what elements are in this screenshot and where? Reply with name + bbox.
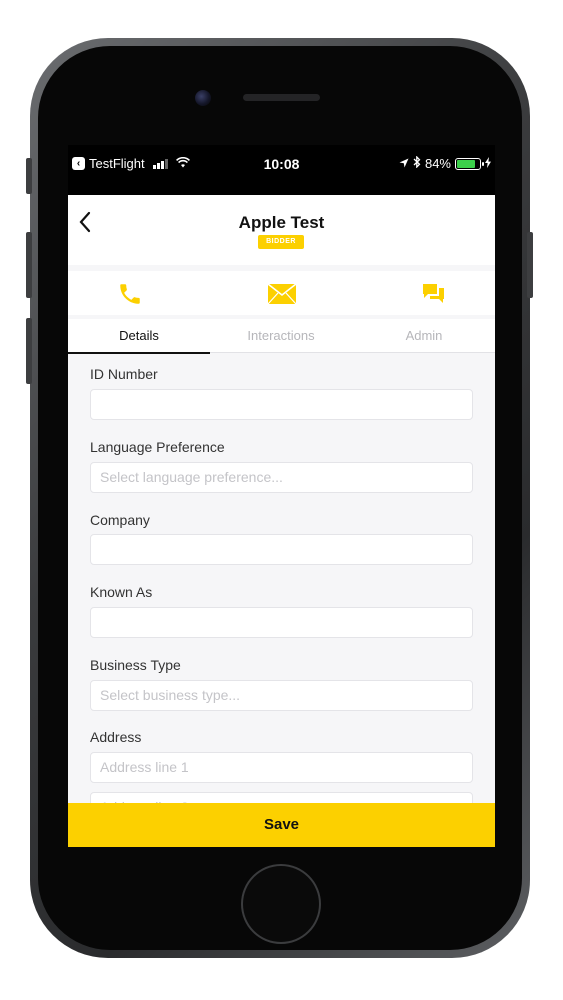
volume-down-button [26, 318, 32, 384]
message-button[interactable] [413, 279, 453, 309]
app-content: Apple Test BIDDER Details Interactions A… [68, 195, 495, 847]
email-button[interactable] [262, 279, 302, 309]
battery-percent: 84% [424, 156, 451, 171]
call-button[interactable] [110, 279, 150, 309]
tab-admin[interactable]: Admin [353, 319, 495, 353]
business-type-select[interactable]: Select business type... [90, 680, 473, 711]
language-preference-select[interactable]: Select language preference... [90, 462, 473, 493]
address-label: Address [90, 729, 142, 745]
battery-icon [455, 157, 484, 170]
id-number-label: ID Number [90, 366, 158, 382]
chat-icon [423, 284, 444, 303]
details-form: ID Number Language Preference Select lan… [68, 353, 495, 823]
front-camera [195, 90, 211, 106]
status-right: 84% [399, 155, 491, 171]
language-preference-label: Language Preference [90, 439, 225, 455]
contact-actions [68, 271, 495, 315]
screen: ‹ TestFlight 10:08 84% Apple Test BIDDER… [68, 145, 495, 847]
known-as-field[interactable] [90, 607, 473, 638]
business-type-label: Business Type [90, 657, 181, 673]
page-title: Apple Test [238, 213, 325, 232]
address-line-1-field[interactable]: Address line 1 [90, 752, 473, 783]
home-button[interactable] [243, 866, 319, 942]
contact-header: Apple Test BIDDER [68, 195, 495, 265]
id-number-field[interactable] [90, 389, 473, 420]
charging-icon [485, 156, 491, 171]
earpiece-speaker [243, 94, 320, 101]
tab-details[interactable]: Details [68, 319, 210, 354]
location-icon [399, 156, 409, 171]
status-bar: ‹ TestFlight 10:08 84% [68, 145, 495, 195]
known-as-label: Known As [90, 584, 153, 600]
phone-icon [120, 284, 140, 304]
tab-bar: Details Interactions Admin [68, 319, 495, 354]
company-label: Company [90, 512, 150, 528]
company-field[interactable] [90, 534, 473, 565]
email-icon [267, 283, 297, 305]
tab-interactions[interactable]: Interactions [210, 319, 352, 353]
save-button[interactable]: Save [68, 803, 495, 847]
power-button [527, 232, 533, 298]
mute-switch [26, 158, 32, 194]
bluetooth-icon [413, 155, 421, 171]
status-badge: BIDDER [258, 235, 304, 249]
volume-up-button [26, 232, 32, 298]
